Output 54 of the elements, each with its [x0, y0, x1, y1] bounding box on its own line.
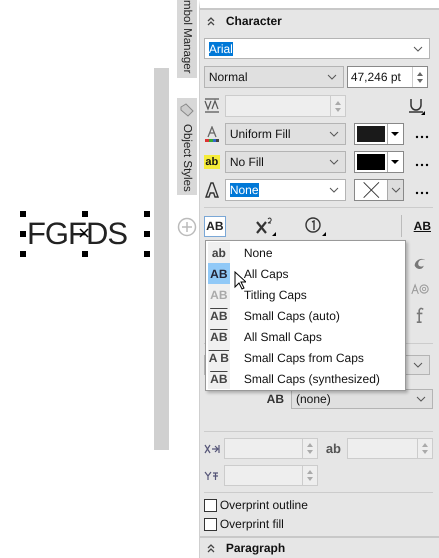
superscript-icon[interactable] — [254, 216, 276, 236]
chevron-down-icon — [328, 159, 339, 165]
menu-item[interactable]: A B Small Caps from Caps — [206, 347, 405, 368]
menu-item[interactable]: AB All Caps — [206, 263, 405, 284]
numeral-icon[interactable] — [304, 216, 326, 236]
color-picker[interactable] — [354, 123, 404, 145]
pointer-icon — [234, 271, 246, 290]
chevron-down-icon — [416, 396, 426, 402]
menu-item[interactable]: AB Titling Caps — [206, 284, 405, 305]
section-title: Character — [226, 14, 282, 28]
menu-item[interactable]: ab None — [206, 242, 405, 263]
fill-icon — [204, 126, 220, 142]
fill-type-dropdown[interactable]: Uniform Fill — [224, 123, 346, 145]
chevron-down-icon — [326, 74, 337, 80]
menu-item[interactable]: AB Small Caps (auto) — [206, 305, 405, 326]
tag-icon — [178, 102, 195, 118]
style-dropdown[interactable]: Normal — [204, 66, 344, 88]
checkbox[interactable]: Overprint fill — [204, 517, 433, 531]
underline-caps-icon[interactable]: AB — [414, 219, 431, 233]
scrollbar[interactable] — [154, 68, 170, 450]
script-icon: AB — [266, 392, 284, 406]
outline-icon — [204, 182, 220, 198]
script-dropdown[interactable]: (none) — [291, 389, 433, 409]
chevron-down-icon — [328, 131, 339, 137]
caret-icon — [391, 160, 400, 164]
size-field[interactable]: 47,246 pt — [346, 66, 428, 88]
fill-type-dropdown[interactable]: None — [224, 179, 346, 201]
menu-item[interactable]: AB Small Caps (synthesized) — [206, 368, 405, 389]
chevron-down-icon — [328, 187, 339, 193]
menu-item[interactable]: AB All Small Caps — [206, 326, 405, 347]
underline-icon[interactable] — [407, 97, 425, 115]
angle-field[interactable] — [347, 438, 433, 459]
color-picker[interactable] — [354, 151, 404, 173]
background-icon: ab — [204, 155, 220, 169]
kerning-icon — [204, 98, 220, 114]
fill-type-dropdown[interactable]: No Fill — [224, 151, 346, 173]
caps-button[interactable]: AB — [204, 216, 226, 236]
collapse-icon[interactable] — [206, 16, 216, 26]
docker-tab[interactable]: mbol Manager — [176, 0, 197, 78]
color-picker[interactable] — [354, 179, 404, 201]
angle-icon: ab — [326, 441, 341, 456]
section-title: Paragraph — [226, 541, 286, 555]
docker-tab[interactable]: Object Styles — [176, 98, 197, 196]
offset-field[interactable] — [224, 438, 318, 459]
canvas-text[interactable]: FGFDS — [27, 214, 128, 254]
chevron-down-icon — [390, 187, 401, 193]
selection-handles-icon[interactable] — [20, 211, 150, 257]
chevron-down-icon — [412, 46, 423, 52]
offset-field[interactable] — [224, 465, 318, 486]
chevron-down-icon — [412, 362, 423, 368]
collapse-icon[interactable] — [206, 543, 216, 553]
caret-icon — [391, 132, 400, 136]
checkbox[interactable]: Overprint outline — [204, 498, 433, 512]
font-dropdown[interactable]: Arial — [204, 38, 430, 59]
